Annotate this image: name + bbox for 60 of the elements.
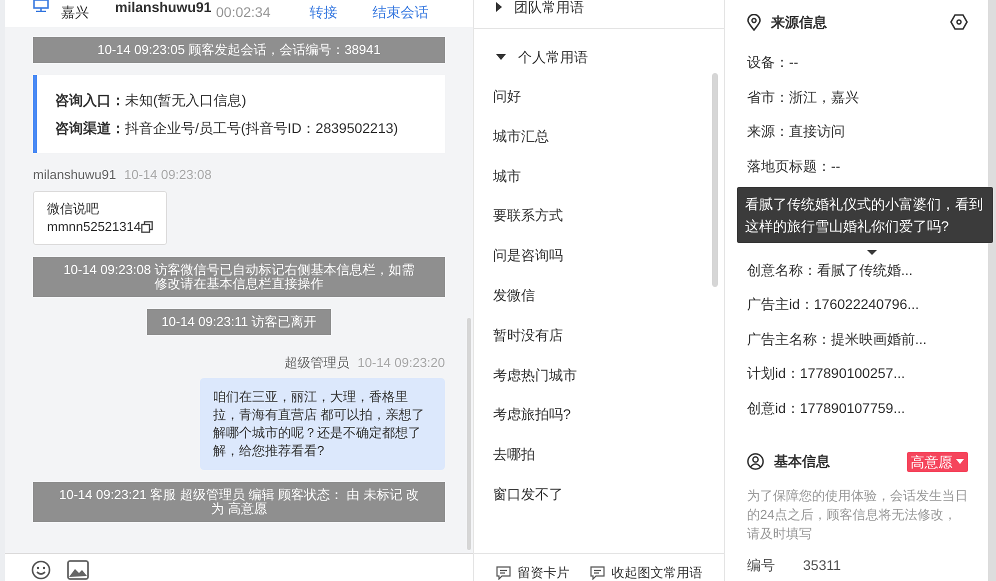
image-icon[interactable]: [67, 560, 89, 580]
info-field: 省市：浙江，嘉兴: [747, 86, 859, 108]
sender-name: 超级管理员: [284, 354, 350, 370]
status-tag[interactable]: 高意愿: [906, 452, 968, 472]
scrollbar[interactable]: [467, 318, 471, 550]
info-field: 创意id：177890107759...: [747, 396, 905, 419]
section-title: 来源信息: [771, 12, 827, 32]
system-message: 10-14 09:23:05 顾客发起会话，会话编号：38941: [33, 37, 445, 63]
sender-name: milanshuwu91: [33, 167, 116, 182]
phrase-group-toggle[interactable]: 个人常用语: [474, 46, 724, 68]
info-field: 广告主名称：提米映画婚前...: [747, 328, 927, 350]
notice-text: 为了保障您的使用体验，会话发生当日的24点之后，顾客信息将无法修改，请及时填写: [747, 486, 968, 543]
system-message: 10-14 09:23:08 访客微信号已自动标记右侧基本信息栏，如需修改请在基本信息栏直接操作: [33, 256, 445, 296]
system-message: 10-14 09:23:21 客服 超级管理员 编辑 顾客状态： 由 未标记 改为 高意愿: [33, 482, 445, 522]
field-label: 编号: [747, 556, 776, 575]
lead-card-button[interactable]: 留资卡片: [496, 564, 570, 581]
scrollbar[interactable]: [712, 73, 718, 287]
phrase-item[interactable]: 暂时没有店: [474, 324, 724, 364]
info-field: 落地页标题：--: [747, 154, 840, 177]
system-message: 10-14 09:23:11 访客已离开: [147, 308, 331, 334]
phrase-item[interactable]: 城市汇总: [474, 124, 724, 165]
message-bubble: 咱们在三亚，丽江，大理，香格里拉，青海有直营店 都可以拍，亲想了解哪个城市的呢？还是不确定都想了解，给您推荐看看?: [200, 378, 445, 470]
info-line: 咨询渠道：抖音企业号/员工号(抖音号ID：2839502213): [55, 119, 400, 138]
phrase-group-toggle[interactable]: 团队常用语: [474, 0, 724, 18]
phrase-item[interactable]: 发微信: [474, 284, 724, 324]
settings-icon[interactable]: [950, 14, 968, 30]
phrase-item[interactable]: 要联系方式: [474, 204, 724, 244]
collapse-phrases-button[interactable]: 收起图文常用语: [590, 564, 702, 581]
info-field: 广告主id：176022240796...: [747, 293, 919, 316]
info-field: 设备：--: [747, 51, 798, 73]
location-pin-icon: [747, 14, 761, 30]
message-icon: [496, 566, 510, 580]
info-line: 咨询入口：未知(暂无入口信息): [55, 91, 248, 110]
message-time: 10-14 09:23:08: [124, 167, 212, 182]
message-icon: [590, 566, 604, 580]
emoji-icon[interactable]: [31, 560, 51, 580]
user-icon: [747, 453, 764, 470]
phrase-item[interactable]: 考虑热门城市: [474, 364, 724, 404]
message-bubble: 微信说吧 mmnn52521314: [33, 190, 167, 244]
visitor-name: milanshuwu91: [115, 0, 212, 15]
session-duration: 00:02:34: [216, 3, 270, 22]
message-time: 10-14 09:23:20: [358, 354, 445, 370]
phrase-item[interactable]: 城市: [474, 164, 724, 204]
monitor-icon: [33, 0, 49, 12]
end-session-link[interactable]: 结束会话: [372, 2, 428, 23]
phrase-item[interactable]: 问好: [474, 85, 724, 125]
info-field: 计划id：177890100257...: [747, 362, 905, 384]
tooltip: 看腻了传统婚礼仪式的小富婆们，看到这样的旅行雪山婚礼你们爱了吗?: [737, 187, 993, 244]
phrase-item[interactable]: 去哪拍: [474, 443, 724, 483]
location-text: 嘉兴: [61, 3, 89, 22]
phrase-item[interactable]: 考虑旅拍吗?: [474, 403, 724, 444]
info-field: 来源：直接访问: [747, 120, 845, 142]
copy-icon[interactable]: [140, 220, 153, 232]
tooltip-pointer: [867, 250, 877, 256]
phrase-item[interactable]: 问是咨询吗: [474, 244, 724, 284]
section-title: 基本信息: [774, 452, 830, 472]
info-field: 创意名称：看腻了传统婚...: [747, 258, 913, 281]
field-value: 35311: [803, 556, 841, 575]
transfer-link[interactable]: 转接: [310, 2, 338, 23]
phrase-item[interactable]: 窗口发不了: [474, 482, 724, 523]
